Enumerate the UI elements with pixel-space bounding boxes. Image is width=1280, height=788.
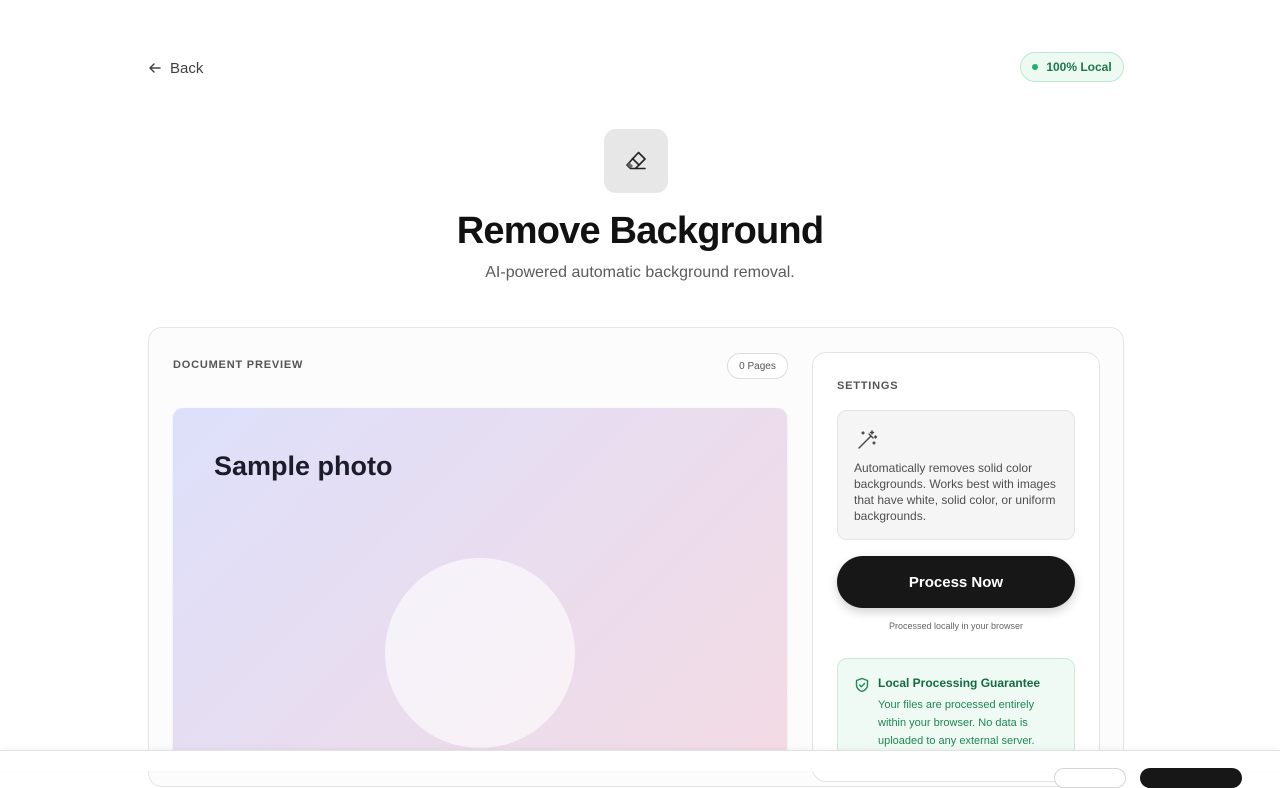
secondary-action-button[interactable]: [1054, 768, 1126, 788]
local-status-badge: 100% Local: [1020, 52, 1124, 82]
back-label: Back: [170, 59, 204, 77]
bottom-action-bar: [0, 750, 1280, 788]
process-note: Processed locally in your browser: [888, 621, 1024, 631]
shield-check-icon: [854, 677, 870, 698]
page-title: Remove Background: [456, 210, 824, 252]
settings-panel: SETTINGS Automatically removes solid col…: [812, 352, 1100, 782]
magic-wand-icon: [856, 429, 878, 456]
arrow-left-icon: [148, 61, 162, 75]
eraser-icon: [604, 129, 668, 193]
settings-label: SETTINGS: [837, 380, 899, 392]
settings-info-box: Automatically removes solid color backgr…: [837, 410, 1075, 540]
process-now-button[interactable]: Process Now: [837, 556, 1075, 608]
guarantee-title: Local Processing Guarantee: [878, 676, 1041, 690]
status-dot-icon: [1032, 64, 1039, 70]
local-badge-label: 100% Local: [1046, 60, 1112, 74]
sample-photo-circle: [385, 558, 575, 748]
page-subtitle: AI-powered automatic background removal.: [485, 264, 795, 281]
pages-count-badge: 0 Pages: [727, 353, 788, 379]
settings-info-text: Automatically removes solid color backgr…: [854, 461, 1056, 523]
workspace-card: DOCUMENT PREVIEW 0 Pages Sample photo SE…: [148, 327, 1124, 787]
guarantee-text: Your files are processed entirely within…: [878, 699, 1035, 747]
sample-photo-title: Sample photo: [214, 451, 393, 481]
document-preview-canvas: Sample photo: [173, 408, 787, 768]
document-preview-label: DOCUMENT PREVIEW: [173, 359, 304, 371]
primary-action-button[interactable]: [1140, 768, 1242, 788]
back-link[interactable]: Back: [148, 58, 203, 78]
